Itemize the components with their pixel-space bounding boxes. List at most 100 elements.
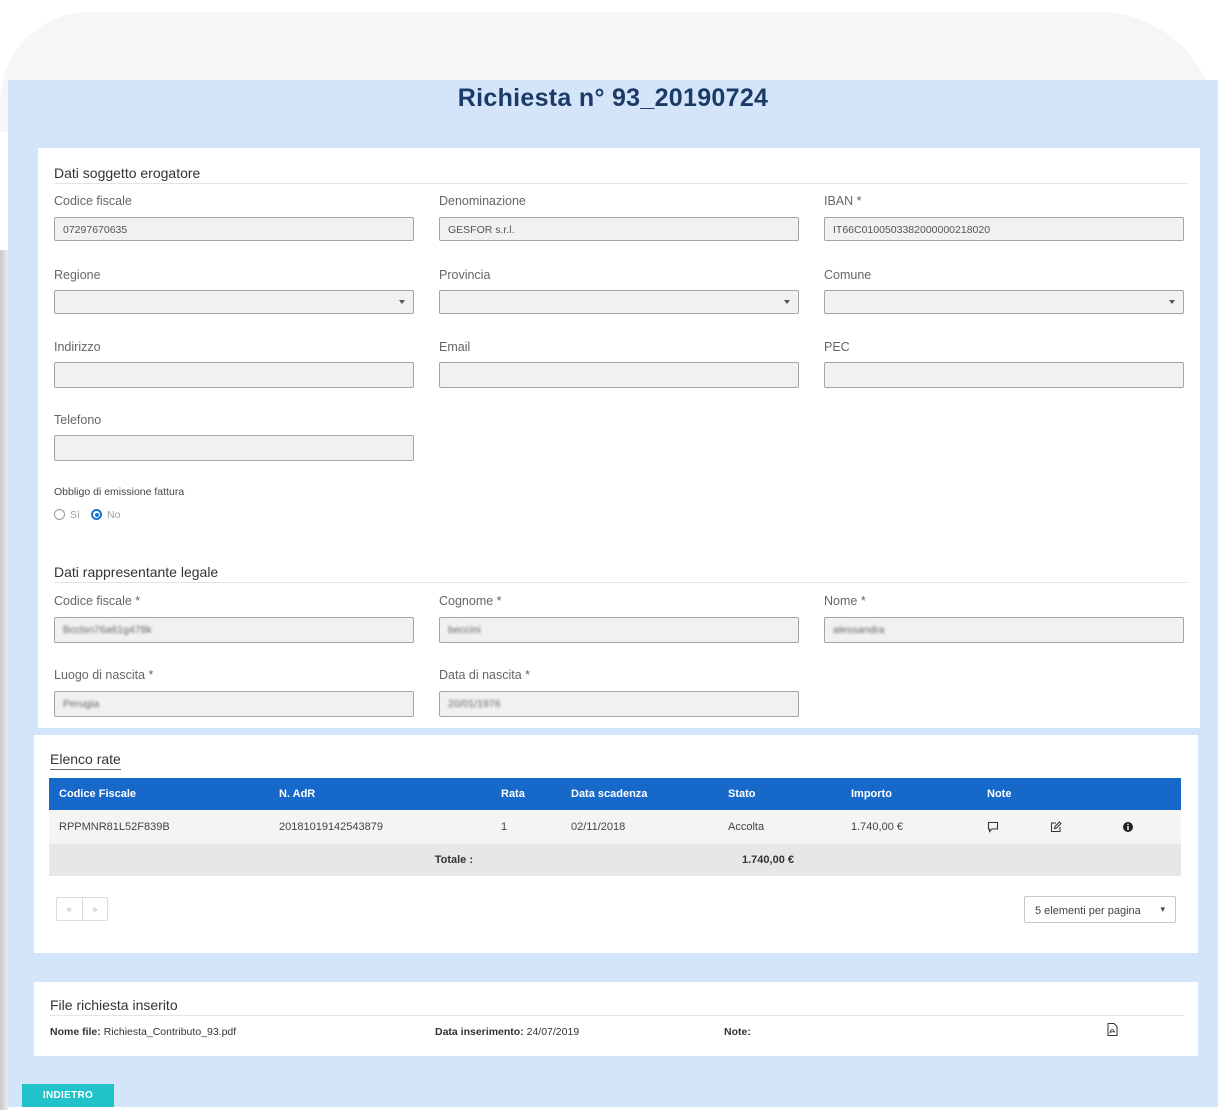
denominazione-input[interactable]: GESFOR s.r.l. — [439, 217, 799, 241]
section-heading-rappresentante: Dati rappresentante legale — [54, 564, 219, 583]
cell-note-action — [977, 810, 1040, 844]
rl-cognome-value: beccini — [448, 624, 481, 636]
label-telefono: Telefono — [54, 413, 102, 427]
rl-codice-fiscale-input[interactable]: Bcclsn76a61g478k — [54, 617, 414, 643]
page-frame: Richiesta n° 93_20190724 Dati soggetto e… — [8, 80, 1218, 1107]
luogo-nascita-input[interactable]: Perugia — [54, 691, 414, 717]
left-shadow — [0, 250, 8, 1110]
total-spacer — [49, 844, 269, 876]
col-rata[interactable]: Rata — [491, 778, 561, 810]
total-spacer — [841, 844, 977, 876]
rl-nome-value: alessandra — [833, 624, 885, 636]
radio-si-label: Sì — [70, 509, 80, 521]
provincia-select[interactable] — [439, 290, 799, 314]
file-date-field: Data inserimento: 24/07/2019 — [435, 1026, 579, 1038]
data-nascita-value: 20/01/1976 — [448, 698, 501, 710]
col-data-scadenza[interactable]: Data scadenza — [561, 778, 718, 810]
file-date-value: 24/07/2019 — [526, 1026, 580, 1038]
total-spacer — [561, 844, 718, 876]
rl-cognome-input[interactable]: beccini — [439, 617, 799, 643]
file-name-value: Richiesta_Contributo_93.pdf — [103, 1026, 237, 1038]
label-luogo-nascita: Luogo di nascita * — [54, 668, 154, 682]
back-button[interactable]: INDIETRO — [22, 1084, 114, 1107]
sort-caret-icon: ▾ — [1160, 904, 1165, 914]
radio-no[interactable] — [91, 509, 102, 520]
cell-info-action — [1112, 810, 1181, 844]
label-regione: Regione — [54, 268, 101, 282]
col-empty — [1112, 778, 1181, 810]
file-note-field: Note: — [724, 1026, 751, 1038]
file-name-label: Nome file: — [50, 1026, 101, 1038]
codice-fiscale-input[interactable]: 07297670635 — [54, 217, 414, 241]
email-input[interactable] — [439, 362, 799, 388]
rl-codice-fiscale-value: Bcclsn76a61g478k — [63, 624, 152, 636]
file-note-label: Note: — [724, 1026, 751, 1038]
label-obbligo-fattura: Obbligo di emissione fattura — [54, 486, 185, 498]
total-spacer — [1112, 844, 1181, 876]
label-pec: PEC — [824, 340, 850, 354]
label-iban: IBAN * — [824, 194, 862, 208]
page-size-select[interactable]: 5 elementi per pagina ▾ — [1024, 896, 1176, 923]
file-name-field: Nome file: Richiesta_Contributo_93.pdf — [50, 1026, 236, 1038]
label-data-nascita: Data di nascita * — [439, 668, 531, 682]
cell-rata: 1 — [491, 810, 561, 844]
col-stato[interactable]: Stato — [718, 778, 841, 810]
data-nascita-input[interactable]: 20/01/1976 — [439, 691, 799, 717]
installments-table: Codice Fiscale N. AdR Rata Data scadenza… — [49, 778, 1181, 876]
comment-icon[interactable] — [987, 821, 999, 833]
installments-card: Elenco rate Codice Fiscale N. AdR Rata D… — [34, 735, 1198, 953]
total-label: Totale : — [269, 844, 491, 876]
pec-input[interactable] — [824, 362, 1184, 388]
indirizzo-input[interactable] — [54, 362, 414, 388]
section-heading-rate: Elenco rate — [50, 751, 121, 770]
radio-si[interactable] — [54, 509, 65, 520]
col-empty — [1040, 778, 1112, 810]
label-comune: Comune — [824, 268, 872, 282]
pagination: « » — [56, 897, 108, 921]
label-indirizzo: Indirizzo — [54, 340, 101, 354]
edit-icon[interactable] — [1050, 821, 1062, 833]
cell-data-scadenza: 02/11/2018 — [561, 810, 718, 844]
col-codice-fiscale[interactable]: Codice Fiscale — [49, 778, 269, 810]
label-provincia: Provincia — [439, 268, 491, 282]
comune-select[interactable] — [824, 290, 1184, 314]
label-denominazione: Denominazione — [439, 194, 526, 208]
label-rl-nome: Nome * — [824, 594, 866, 608]
page-title: Richiesta n° 93_20190724 — [457, 84, 769, 112]
col-importo[interactable]: Importo — [841, 778, 977, 810]
col-note[interactable]: Note — [977, 778, 1040, 810]
table-row: RPPMNR81L52F839B 20181019142543879 1 02/… — [49, 810, 1181, 844]
col-n-adr[interactable]: N. AdR — [269, 778, 491, 810]
label-rl-cognome: Cognome * — [439, 594, 502, 608]
total-spacer — [491, 844, 561, 876]
rl-nome-input[interactable]: alessandra — [824, 617, 1184, 643]
table-total-row: Totale : 1.740,00 € — [49, 844, 1181, 876]
total-spacer — [977, 844, 1040, 876]
total-value: 1.740,00 € — [718, 844, 841, 876]
page-size-value: 5 elementi per pagina — [1035, 905, 1141, 917]
table-header-row: Codice Fiscale N. AdR Rata Data scadenza… — [49, 778, 1181, 810]
telefono-input[interactable] — [54, 435, 414, 461]
pager-next-button[interactable]: » — [81, 898, 108, 920]
section-heading-file: File richiesta inserito — [50, 997, 178, 1016]
info-icon[interactable] — [1122, 821, 1134, 833]
divider — [54, 582, 1188, 583]
pdf-download-icon[interactable] — [1107, 1023, 1118, 1036]
total-spacer — [1040, 844, 1112, 876]
label-rl-codice-fiscale: Codice fiscale * — [54, 594, 141, 608]
cell-codice-fiscale: RPPMNR81L52F839B — [49, 810, 269, 844]
file-card: File richiesta inserito — [34, 982, 1198, 1056]
radio-no-label: No — [107, 509, 121, 521]
luogo-nascita-value: Perugia — [63, 698, 100, 710]
label-codice-fiscale: Codice fiscale — [54, 194, 132, 208]
pager-prev-button[interactable]: « — [57, 898, 82, 920]
file-date-label: Data inserimento: — [435, 1026, 524, 1038]
cell-importo: 1.740,00 € — [841, 810, 977, 844]
iban-input[interactable]: IT66C0100503382000000218020 — [824, 217, 1184, 241]
request-details-card: Dati soggetto erogatore Codice fiscale 0… — [38, 148, 1200, 728]
regione-select[interactable] — [54, 290, 414, 314]
label-email: Email — [439, 340, 471, 354]
divider — [50, 1015, 1184, 1016]
section-heading-erogatore: Dati soggetto erogatore — [54, 165, 201, 184]
cell-stato: Accolta — [718, 810, 841, 844]
